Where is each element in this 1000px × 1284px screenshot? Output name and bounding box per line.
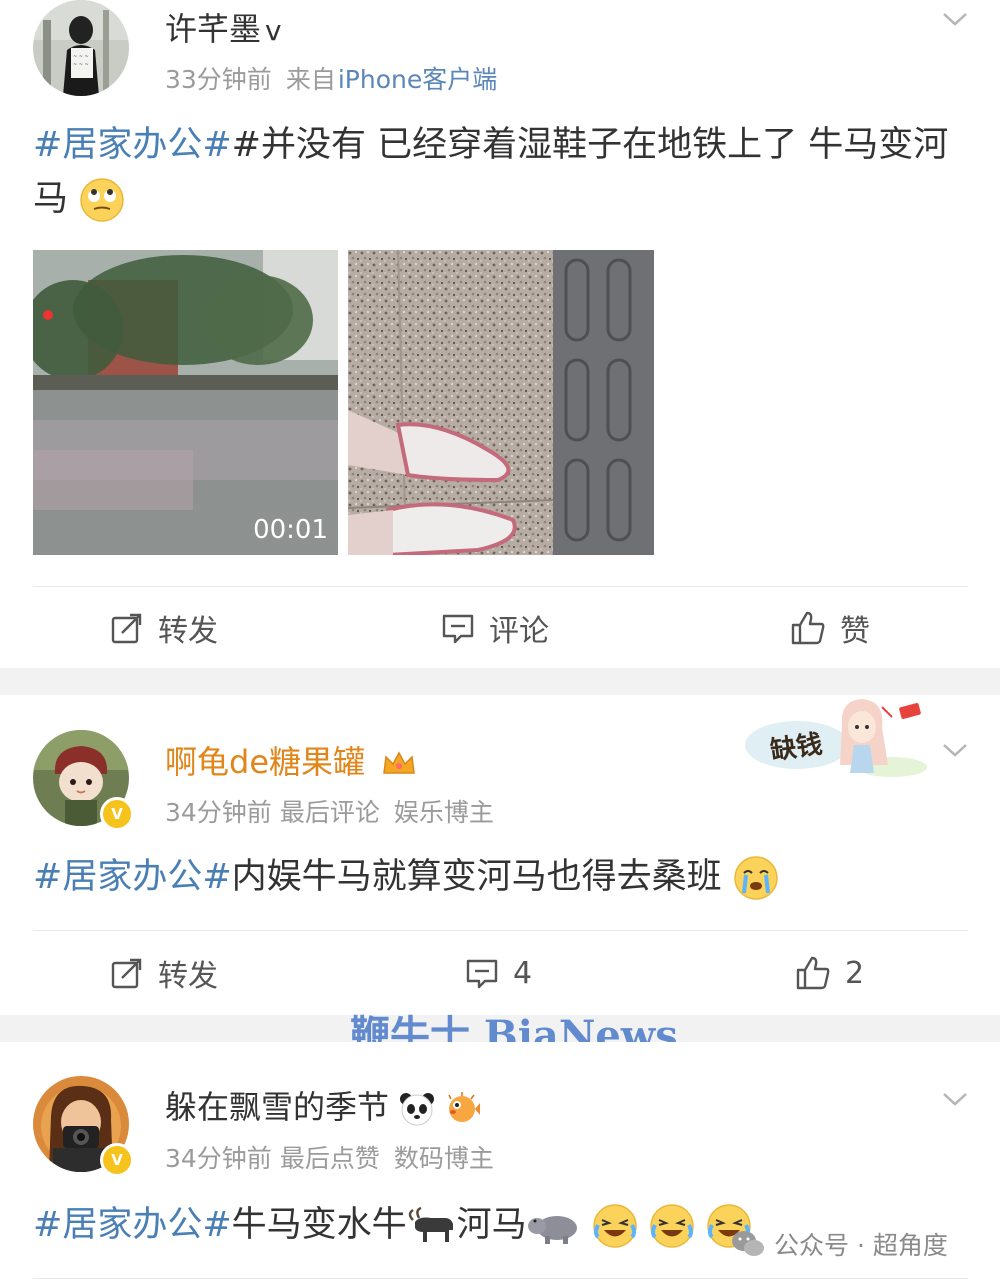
avatar[interactable]: ~ ~ ~ ~ ~ ~	[33, 0, 129, 96]
post-body: 内娱牛马就算变河马也得去桑班	[231, 857, 722, 897]
verified-mark: v	[265, 14, 282, 47]
post-time: 34分钟前	[165, 798, 272, 827]
image-thumbnail[interactable]	[348, 250, 654, 555]
repost-button[interactable]: 转发	[110, 606, 218, 650]
post-body-part-2: 河马	[456, 1205, 527, 1245]
hashtag-link[interactable]: #居家办公#	[33, 857, 232, 897]
laugh-cry-emoji-icon	[650, 1204, 694, 1248]
divider	[33, 1278, 968, 1279]
comment-button[interactable]: 4	[465, 951, 532, 995]
video-duration: 00:01	[253, 515, 328, 545]
decoration-sticker: 缺钱	[742, 695, 932, 783]
activity-label: 最后点赞	[279, 1144, 380, 1173]
user-category: 娱乐博主	[393, 798, 494, 827]
chevron-down-icon[interactable]	[940, 4, 970, 34]
repost-icon	[111, 958, 142, 989]
comment-icon	[442, 614, 474, 644]
svg-text:~ ~ ~: ~ ~ ~	[73, 54, 89, 60]
post-body-part-1: 牛马变水牛	[231, 1205, 407, 1245]
source-device[interactable]: iPhone客户端	[338, 65, 497, 94]
hippo-icon	[527, 1216, 577, 1244]
username-text: 啊龟de糖果罐	[165, 743, 366, 781]
video-thumbnail[interactable]: 00:01	[33, 250, 338, 555]
activity-label: 最后评论	[279, 798, 380, 827]
post-time: 33分钟前	[165, 65, 272, 94]
like-count: 2	[845, 955, 865, 991]
post-1: ~ ~ ~ ~ ~ ~ 许芊墨 v 33分钟前 来自iPhone客户端 #居家办公#…	[0, 0, 1000, 668]
laugh-cry-emoji-icon	[593, 1204, 637, 1248]
post-2: V 啊龟de糖果罐 34分钟前 最后评论 娱乐博主 缺钱 #居家办公#内娱牛马就算变…	[0, 695, 1000, 1015]
username[interactable]: 啊龟de糖果罐	[165, 737, 417, 783]
thumbs-up-icon	[791, 611, 825, 645]
post-meta: 33分钟前 来自iPhone客户端	[165, 60, 511, 96]
divider	[33, 586, 968, 587]
wechat-footer-mark: 公众号 · 超角度	[730, 1226, 948, 1262]
post-meta: 34分钟前 最后点赞 数码博主	[165, 1139, 508, 1175]
comment-icon	[466, 959, 498, 989]
post-text: #居家办公##并没有 已经穿着湿鞋子在地铁上了 牛马变河马	[33, 118, 968, 226]
comment-label: 评论	[489, 614, 549, 649]
sticker-text: 缺钱	[768, 729, 825, 767]
svg-text:~ ~ ~: ~ ~ ~	[73, 62, 89, 68]
comment-count: 4	[513, 955, 533, 991]
source-prefix: 来自	[285, 65, 336, 94]
wechat-icon	[732, 1231, 764, 1256]
like-button[interactable]: 2	[795, 951, 864, 995]
repost-label: 转发	[158, 959, 218, 994]
verified-badge: V	[100, 1143, 134, 1177]
comment-button[interactable]: 评论	[441, 606, 549, 650]
hashtag-link[interactable]: #居家办公#	[33, 125, 232, 165]
crying-emoji-icon	[734, 856, 778, 900]
pufferfish-icon	[448, 1092, 481, 1122]
post-time: 34分钟前	[165, 1144, 272, 1173]
like-button[interactable]: 赞	[790, 606, 870, 650]
eye-roll-emoji-icon	[80, 178, 124, 222]
chevron-down-icon[interactable]	[940, 1084, 970, 1114]
post-text: #居家办公#内娱牛马就算变河马也得去桑班	[33, 850, 968, 904]
user-category: 数码博主	[393, 1144, 494, 1173]
thumbs-up-icon	[796, 956, 830, 990]
post-meta: 34分钟前 最后评论 娱乐博主	[165, 793, 508, 829]
username-text: 躲在飘雪的季节	[165, 1088, 390, 1126]
post-separator	[0, 668, 1000, 695]
chevron-down-icon[interactable]	[940, 735, 970, 765]
username-text: 许芊墨	[165, 10, 262, 48]
username[interactable]: 许芊墨 v	[165, 4, 282, 50]
verified-badge: V	[100, 797, 134, 831]
hashtag-link[interactable]: #居家办公#	[33, 1205, 232, 1245]
panda-icon	[400, 1093, 435, 1126]
repost-button[interactable]: 转发	[110, 951, 218, 995]
repost-label: 转发	[158, 614, 218, 649]
water-buffalo-icon	[408, 1206, 453, 1242]
divider	[33, 930, 968, 931]
username[interactable]: 躲在飘雪的季节	[165, 1082, 481, 1128]
repost-icon	[111, 613, 142, 644]
like-label: 赞	[840, 614, 870, 649]
crown-icon	[383, 751, 416, 774]
footer-mark-text: 公众号 · 超角度	[774, 1231, 948, 1260]
